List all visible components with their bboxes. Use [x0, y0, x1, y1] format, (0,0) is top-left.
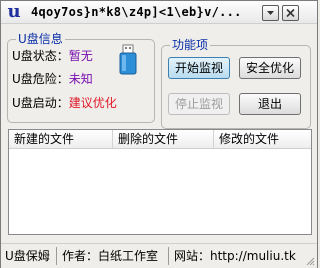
dropdown-button[interactable] — [262, 5, 279, 21]
usb-autorun-value: 建议优化 — [68, 96, 117, 110]
status-bar: U盘保姆 作者：白纸工作室 网站：http://muliu.tk — [1, 243, 317, 268]
column-header-modified-files[interactable]: 修改的文件 — [214, 130, 311, 148]
usb-danger-value: 未知 — [68, 72, 93, 86]
column-header-deleted-files[interactable]: 删除的文件 — [113, 130, 214, 148]
chevron-down-icon — [267, 11, 274, 15]
start-monitor-button[interactable]: 开始监视 — [168, 57, 230, 79]
resize-grip-icon[interactable] — [305, 256, 315, 266]
usb-status-row: U盘状态：暂无 — [12, 47, 93, 65]
list-header: 新建的文件 删除的文件 修改的文件 — [9, 130, 311, 149]
app-window: u 4qoy7os}n*k8\z4p]<1\eb}v/... U盘信息 U盘状态… — [0, 0, 318, 268]
usb-status-value: 暂无 — [68, 49, 93, 63]
status-separator — [168, 247, 169, 265]
status-separator — [56, 247, 57, 265]
usb-info-group: U盘信息 U盘状态：暂无 U盘危险：未知 U盘启动：建议优化 — [7, 32, 155, 123]
stop-monitor-button[interactable]: 停止监视 — [168, 93, 230, 115]
column-header-new-files[interactable]: 新建的文件 — [9, 130, 113, 148]
function-group-title: 功能项 — [170, 38, 211, 52]
usb-danger-label: U盘危险： — [12, 72, 69, 86]
status-website[interactable]: 网站：http://muliu.tk — [174, 244, 296, 268]
title-bar[interactable]: u 4qoy7os}n*k8\z4p]<1\eb}v/... — [1, 1, 317, 24]
usb-danger-row: U盘危险：未知 — [12, 70, 93, 88]
close-icon — [286, 8, 295, 18]
function-group: 功能项 开始监视 安全优化 停止监视 退出 — [161, 38, 311, 129]
usb-autorun-row: U盘启动：建议优化 — [12, 94, 117, 112]
app-icon: u — [7, 1, 21, 22]
usb-status-label: U盘状态： — [12, 49, 69, 63]
status-author: 作者：白纸工作室 — [62, 249, 159, 263]
usb-autorun-label: U盘启动： — [12, 96, 69, 110]
file-change-list[interactable]: 新建的文件 删除的文件 修改的文件 — [8, 129, 312, 235]
usb-info-title: U盘信息 — [16, 32, 65, 46]
status-app-name: U盘保姆 — [5, 249, 50, 263]
exit-button[interactable]: 退出 — [239, 93, 301, 115]
safe-optimize-button[interactable]: 安全优化 — [239, 57, 301, 79]
usb-drive-icon — [119, 44, 137, 75]
close-button[interactable] — [282, 5, 299, 21]
window-title: 4qoy7os}n*k8\z4p]<1\eb}v/... — [31, 5, 242, 19]
